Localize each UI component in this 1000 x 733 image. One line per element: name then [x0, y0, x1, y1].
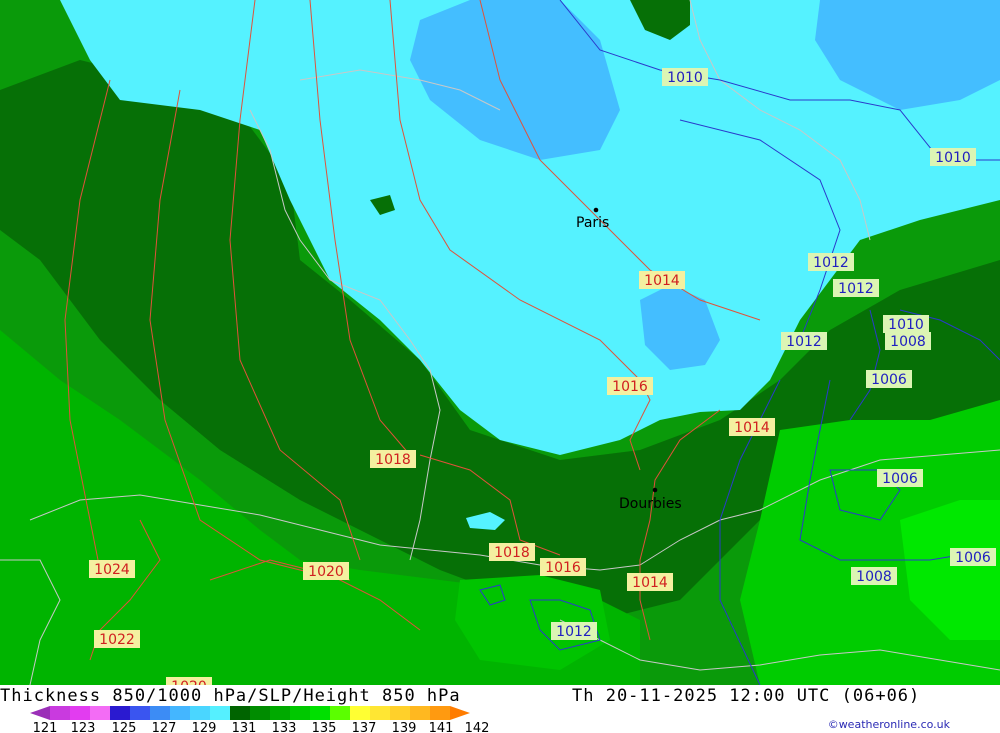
legend-swatch [210, 706, 230, 720]
isobar-label-text: 1012 [786, 334, 822, 350]
isobar-label: 1010 [662, 68, 708, 86]
isobar-label-text: 1016 [545, 560, 581, 576]
legend-tick-label: 123 [71, 721, 96, 733]
legend-swatch [290, 706, 310, 720]
isobar-label-text: 1006 [871, 372, 907, 388]
isobar-label: 1012 [551, 622, 597, 640]
isobar-label-text: 1024 [94, 562, 130, 578]
legend-swatch [350, 706, 370, 720]
legend-swatch [110, 706, 130, 720]
map-title: Thickness 850/1000 hPa/SLP/Height 850 hP… [0, 686, 461, 706]
valid-time: Th 20-11-2025 12:00 UTC (06+06) [572, 686, 921, 706]
city-label-dourbies: Dourbies [619, 496, 682, 512]
isobar-label-text: 1012 [813, 255, 849, 271]
color-legend: 121 123 125 127 129 131 133 135 137 139 141 142 [30, 706, 490, 733]
legend-swatch [310, 706, 330, 720]
isobar-label-text: 1016 [612, 379, 648, 395]
legend-tick-label: 121 [33, 721, 58, 733]
isobar-label-text: 1006 [882, 471, 918, 487]
isobar-label-text: 1018 [494, 545, 530, 561]
isobar-label: 1012 [781, 332, 827, 350]
isobar-label-text: 1014 [632, 575, 668, 591]
legend-tick-label: 135 [312, 721, 337, 733]
isobar-label: 1008 [885, 332, 931, 350]
legend-swatch [30, 706, 50, 720]
isobar-label: 1020 [166, 677, 212, 685]
isobar-label-text: 1014 [644, 273, 680, 289]
legend-swatch [370, 706, 390, 720]
legend-swatch [230, 706, 250, 720]
isobar-label: 1006 [866, 370, 912, 388]
legend-swatch [410, 706, 430, 720]
isobar-label: 1018 [370, 450, 416, 468]
legend-tick-label: 139 [392, 721, 417, 733]
legend-tick-label: 137 [352, 721, 377, 733]
isobar-label: 1014 [627, 573, 673, 591]
legend-swatch [450, 706, 470, 720]
isobar-label: 1022 [94, 630, 140, 648]
legend-tick-label: 125 [112, 721, 137, 733]
legend-tick-label: 133 [272, 721, 297, 733]
isobar-label: 1024 [89, 560, 135, 578]
isobar-label: 1006 [877, 469, 923, 487]
legend-tick-label: 141 [429, 721, 454, 733]
legend-ticks: 121 123 125 127 129 131 133 135 137 139 141 142 [33, 721, 490, 733]
legend-swatches [30, 706, 470, 720]
isobar-label-text: 1014 [734, 420, 770, 436]
city-dot [593, 207, 599, 213]
isobar-label: 1012 [833, 279, 879, 297]
isobar-label-text: 1012 [838, 281, 874, 297]
legend-swatch [270, 706, 290, 720]
isobar-label-text: 1008 [856, 569, 892, 585]
legend-swatch [170, 706, 190, 720]
isobar-label: 1014 [729, 418, 775, 436]
isobar-label: 1006 [950, 548, 996, 566]
isobar-label: 1016 [607, 377, 653, 395]
credit-link[interactable]: ©weatheronline.co.uk [828, 718, 950, 731]
legend-swatch [250, 706, 270, 720]
legend-swatch [90, 706, 110, 720]
isobar-label-text: 1010 [667, 70, 703, 86]
legend-swatch [130, 706, 150, 720]
legend-tick-label: 142 [465, 721, 490, 733]
legend-swatch [190, 706, 210, 720]
isobar-label: 1012 [808, 253, 854, 271]
isobar-label-text: 1012 [556, 624, 592, 640]
isobar-label-text: 1022 [99, 632, 135, 648]
isobar-label-text: 1020 [308, 564, 344, 580]
legend-swatch [50, 706, 70, 720]
legend-swatch [150, 706, 170, 720]
legend-tick-label: 129 [192, 721, 217, 733]
isobar-label-text: 1006 [955, 550, 991, 566]
weather-map: Paris Dourbies 1010101010121012101210101… [0, 0, 1000, 685]
isobar-label: 1016 [540, 558, 586, 576]
isobar-label: 1020 [303, 562, 349, 580]
legend-swatch [430, 706, 450, 720]
legend-tick-label: 131 [232, 721, 257, 733]
legend-tick-label: 127 [152, 721, 177, 733]
isobar-label-text: 1018 [375, 452, 411, 468]
legend-swatch [390, 706, 410, 720]
legend-swatch [330, 706, 350, 720]
isobar-label-text: 1020 [171, 679, 207, 685]
isobar-label: 1018 [489, 543, 535, 561]
city-dot [652, 487, 658, 493]
isobar-label: 1014 [639, 271, 685, 289]
city-label-paris: Paris [576, 215, 609, 231]
isobar-label: 1010 [883, 315, 929, 333]
isobar-label-text: 1010 [935, 150, 971, 166]
legend-swatch [70, 706, 90, 720]
isobar-label: 1010 [930, 148, 976, 166]
isobar-label: 1008 [851, 567, 897, 585]
isobar-label-text: 1010 [888, 317, 924, 333]
isobar-label-text: 1008 [890, 334, 926, 350]
